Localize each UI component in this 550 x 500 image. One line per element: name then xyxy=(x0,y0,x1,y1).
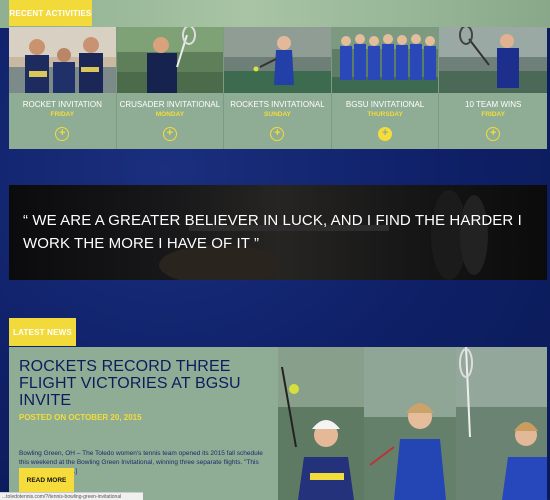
expand-plus-icon[interactable]: + xyxy=(378,127,393,141)
activity-card[interactable]: CRUSADER INVITATIONAL MONDAY + xyxy=(116,27,225,149)
activity-photo xyxy=(224,27,331,93)
activity-card[interactable]: ROCKETS INVITATIONAL SUNDAY + xyxy=(224,27,332,149)
expand-plus-icon[interactable]: + xyxy=(486,127,501,141)
activity-day: FRIDAY xyxy=(50,111,75,118)
news-title[interactable]: ROCKETS RECORD THREE FLIGHT VICTORIES AT… xyxy=(19,358,268,409)
expand-plus-icon[interactable]: + xyxy=(270,127,285,141)
expand-plus-icon[interactable]: + xyxy=(162,127,177,141)
activity-day: SUNDAY xyxy=(264,111,291,118)
activity-title: BGSU INVITATIONAL xyxy=(345,100,425,109)
news-photo xyxy=(278,347,364,500)
activity-photo xyxy=(439,27,547,93)
latest-news-card: ROCKETS RECORD THREE FLIGHT VICTORIES AT… xyxy=(9,347,547,500)
news-text-panel: ROCKETS RECORD THREE FLIGHT VICTORIES AT… xyxy=(9,347,278,500)
news-photo xyxy=(456,347,547,500)
activity-title: ROCKETS INVITATIONAL xyxy=(230,100,325,109)
status-bar-url: ...toledotennis.com/?/tennis-bowling-gre… xyxy=(0,492,143,500)
latest-news-heading: LATEST NEWS xyxy=(9,318,76,346)
activity-title: CRUSADER INVITATIONAL xyxy=(119,100,221,109)
activity-photo xyxy=(116,27,224,93)
activity-day: FRIDAY xyxy=(481,111,505,118)
news-photo xyxy=(364,347,456,500)
quote-text: “ WE ARE A GREATER BELIEVER IN LUCK, AND… xyxy=(23,212,522,252)
recent-activities-heading: RECENT ACTIVITIES xyxy=(9,0,92,26)
recent-activities-strip: ROCKET INVITATION FRIDAY + CRUSADER INVI… xyxy=(9,27,547,149)
activity-photo xyxy=(331,27,439,93)
activity-photo xyxy=(9,27,116,93)
activity-title: 10 TEAM WINS xyxy=(465,100,522,109)
news-date: POSTED ON OCTOBER 20, 2015 xyxy=(19,413,142,422)
activity-day: MONDAY xyxy=(155,111,185,118)
quote-banner: “ WE ARE A GREATER BELIEVER IN LUCK, AND… xyxy=(9,185,547,280)
activity-card[interactable]: ROCKET INVITATION FRIDAY + xyxy=(9,27,117,149)
activity-card[interactable]: 10 TEAM WINS FRIDAY + xyxy=(439,27,547,149)
expand-plus-icon[interactable]: + xyxy=(55,127,70,141)
news-photos xyxy=(278,347,547,500)
activity-day: THURSDAY xyxy=(367,111,403,118)
read-more-button[interactable]: READ MORE xyxy=(19,468,74,492)
activity-title: ROCKET INVITATION xyxy=(22,100,102,109)
activity-card[interactable]: BGSU INVITATIONAL THURSDAY + xyxy=(331,27,440,149)
